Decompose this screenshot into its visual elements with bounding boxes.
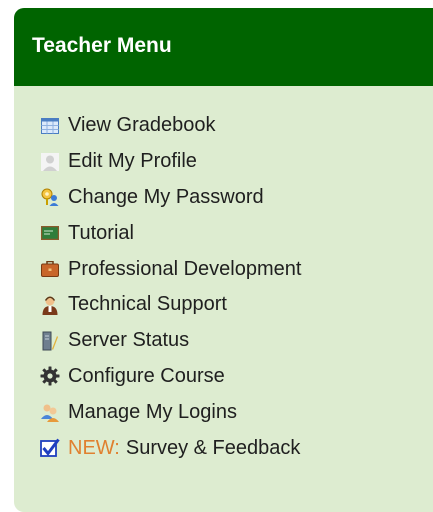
gear-icon: [40, 366, 60, 386]
server-icon: [40, 331, 60, 351]
new-badge: NEW:: [68, 436, 120, 459]
menu-item-professional-development[interactable]: Professional Development: [40, 251, 301, 287]
menu-item-label: Manage My Logins: [68, 400, 237, 423]
menu-title: Teacher Menu: [32, 34, 172, 57]
support-icon: [40, 295, 60, 315]
menu-item-configure-course[interactable]: Configure Course: [40, 359, 301, 395]
tutorial-icon: [40, 223, 60, 243]
menu-item-label: Professional Development: [68, 257, 302, 280]
menu-item-label: Tutorial: [68, 221, 134, 244]
menu-list: View Gradebook Edit My Profile Change My…: [40, 108, 301, 466]
menu-item-technical-support[interactable]: Technical Support: [40, 287, 301, 323]
menu-item-view-gradebook[interactable]: View Gradebook: [40, 108, 301, 144]
menu-item-label: View Gradebook: [68, 114, 216, 137]
menu-item-tutorial[interactable]: Tutorial: [40, 215, 301, 251]
menu-item-change-password[interactable]: Change My Password: [40, 180, 301, 216]
menu-item-server-status[interactable]: Server Status: [40, 323, 301, 359]
menu-item-label: Edit My Profile: [68, 150, 197, 173]
checkbox-icon: [40, 438, 60, 458]
menu-item-manage-logins[interactable]: Manage My Logins: [40, 394, 301, 430]
logins-icon: [40, 402, 60, 423]
menu-item-edit-profile[interactable]: Edit My Profile: [40, 144, 301, 180]
briefcase-icon: [40, 259, 60, 279]
survey-feedback-text: Survey & Feedback: [125, 436, 301, 459]
gradebook-icon: [40, 116, 60, 136]
teacher-menu-panel: Teacher Menu View Gradebook Edit My Prof…: [14, 8, 433, 512]
menu-item-label: NEW: Survey & Feedback: [68, 437, 300, 460]
menu-item-label: Server Status: [68, 329, 190, 352]
menu-item-label: Configure Course: [68, 364, 225, 387]
profile-icon: [40, 152, 60, 172]
menu-item-label: Technical Support: [68, 293, 227, 316]
password-icon: [40, 187, 60, 207]
menu-item-label: Change My Password: [68, 185, 264, 208]
menu-header: Teacher Menu: [14, 8, 433, 86]
menu-item-survey-feedback[interactable]: NEW: Survey & Feedback: [40, 430, 301, 466]
